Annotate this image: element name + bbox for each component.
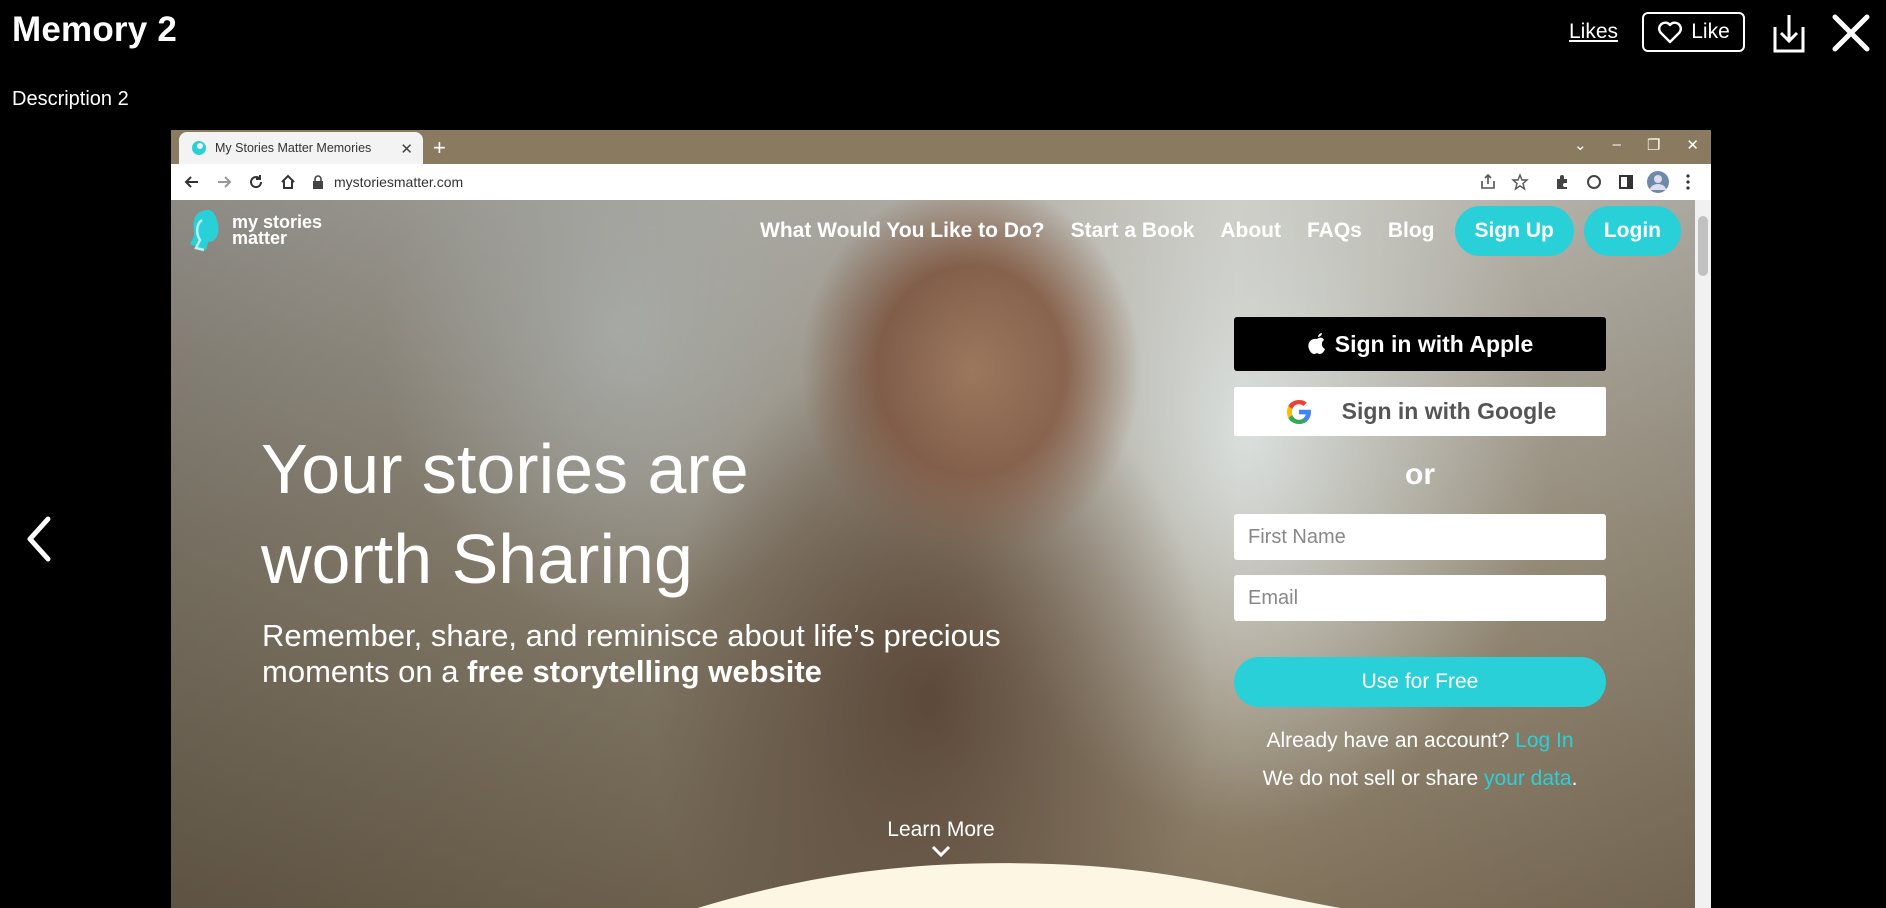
forward-icon[interactable]: [215, 173, 233, 191]
address-bar[interactable]: mystoriesmatter.com: [312, 169, 1642, 195]
hero-subline: Remember, share, and reminisce about lif…: [262, 618, 1001, 689]
browser-tab-bar: My Stories Matter Memories ✕ + ⌄ – ❐ ✕: [171, 130, 1711, 164]
likes-link[interactable]: Likes: [1569, 20, 1618, 44]
side-panel-icon[interactable]: [1617, 173, 1635, 191]
log-in-link[interactable]: Log In: [1515, 729, 1573, 752]
first-name-input[interactable]: First Name: [1234, 514, 1606, 560]
login-button[interactable]: Login: [1583, 206, 1681, 256]
site-logo[interactable]: my stories matter: [186, 206, 322, 254]
close-icon[interactable]: [1832, 14, 1870, 52]
viewer-title: Memory 2: [12, 10, 177, 49]
nav-about[interactable]: About: [1220, 219, 1281, 243]
url-text: mystoriesmatter.com: [334, 174, 464, 190]
menu-dots-icon[interactable]: [1679, 173, 1697, 191]
share-icon[interactable]: [1479, 173, 1497, 191]
nav-what-would-you-like[interactable]: What Would You Like to Do?: [760, 219, 1045, 243]
chevron-left-icon[interactable]: [22, 515, 54, 563]
scrollbar-thumb[interactable]: [1698, 216, 1708, 276]
website-page: my stories matter What Would You Like to…: [171, 200, 1695, 908]
sign-in-google-button[interactable]: Sign in with Google: [1234, 387, 1606, 436]
email-input[interactable]: Email: [1234, 575, 1606, 621]
google-icon: [1286, 399, 1311, 424]
bookmark-star-icon[interactable]: [1511, 173, 1529, 191]
memory-image: My Stories Matter Memories ✕ + ⌄ – ❐ ✕ m…: [171, 130, 1711, 908]
extension-icon[interactable]: [1585, 173, 1603, 191]
home-icon[interactable]: [279, 173, 297, 191]
nav-start-a-book[interactable]: Start a Book: [1071, 219, 1195, 243]
browser-tab[interactable]: My Stories Matter Memories ✕: [179, 132, 423, 164]
apple-icon: [1308, 333, 1325, 354]
privacy-text: We do not sell or share: [1262, 767, 1479, 790]
reload-icon[interactable]: [247, 173, 265, 191]
profile-avatar[interactable]: [1647, 171, 1669, 193]
your-data-link[interactable]: your data: [1484, 767, 1572, 790]
apple-label: Sign in with Apple: [1334, 330, 1534, 357]
sign-up-button[interactable]: Sign Up: [1454, 206, 1574, 256]
window-controls: ⌄ – ❐ ✕: [1574, 136, 1699, 154]
new-tab-icon[interactable]: +: [433, 135, 446, 161]
download-icon[interactable]: [1771, 13, 1807, 55]
like-label: Like: [1691, 20, 1730, 43]
privacy-note: We do not sell or share your data.: [1234, 767, 1606, 791]
hero-headline: Your stories are worth Sharing: [261, 430, 749, 598]
restore-icon[interactable]: ❐: [1647, 136, 1660, 154]
heart-icon: [1658, 21, 1683, 44]
tab-close-icon[interactable]: ✕: [400, 140, 413, 158]
browser-toolbar: mystoriesmatter.com: [171, 164, 1711, 200]
privacy-period: .: [1571, 767, 1578, 790]
wave-divider: [697, 863, 1341, 908]
learn-more-label: Learn More: [887, 818, 995, 841]
use-for-free-button[interactable]: Use for Free: [1234, 657, 1606, 707]
google-label: Sign in with Google: [1341, 398, 1557, 424]
sign-in-apple-button[interactable]: Sign in with Apple: [1234, 317, 1606, 371]
lock-icon: [313, 175, 323, 189]
like-button[interactable]: Like: [1642, 12, 1745, 52]
or-divider: or: [1405, 458, 1435, 491]
viewer-description: Description 2: [12, 88, 129, 110]
account-text: Already have an account?: [1266, 729, 1510, 752]
nav-blog[interactable]: Blog: [1388, 219, 1435, 243]
page-scrollbar[interactable]: [1695, 200, 1711, 908]
minimize-icon[interactable]: –: [1613, 136, 1621, 154]
site-nav: What Would You Like to Do? Start a Book …: [760, 206, 1681, 256]
account-prompt: Already have an account? Log In: [1234, 729, 1606, 753]
extensions-icon[interactable]: [1553, 173, 1571, 191]
signup-form: Sign in with Apple Sign in with Google o…: [1234, 317, 1606, 791]
logo-text: my stories matter: [232, 212, 323, 248]
back-icon[interactable]: [183, 173, 201, 191]
nav-faqs[interactable]: FAQs: [1307, 219, 1362, 243]
tab-title: My Stories Matter Memories: [215, 141, 372, 155]
logo-heads-icon: [190, 210, 219, 252]
tab-search-icon[interactable]: ⌄: [1574, 136, 1587, 154]
window-close-icon[interactable]: ✕: [1686, 136, 1699, 154]
site-favicon-icon: [192, 141, 206, 155]
